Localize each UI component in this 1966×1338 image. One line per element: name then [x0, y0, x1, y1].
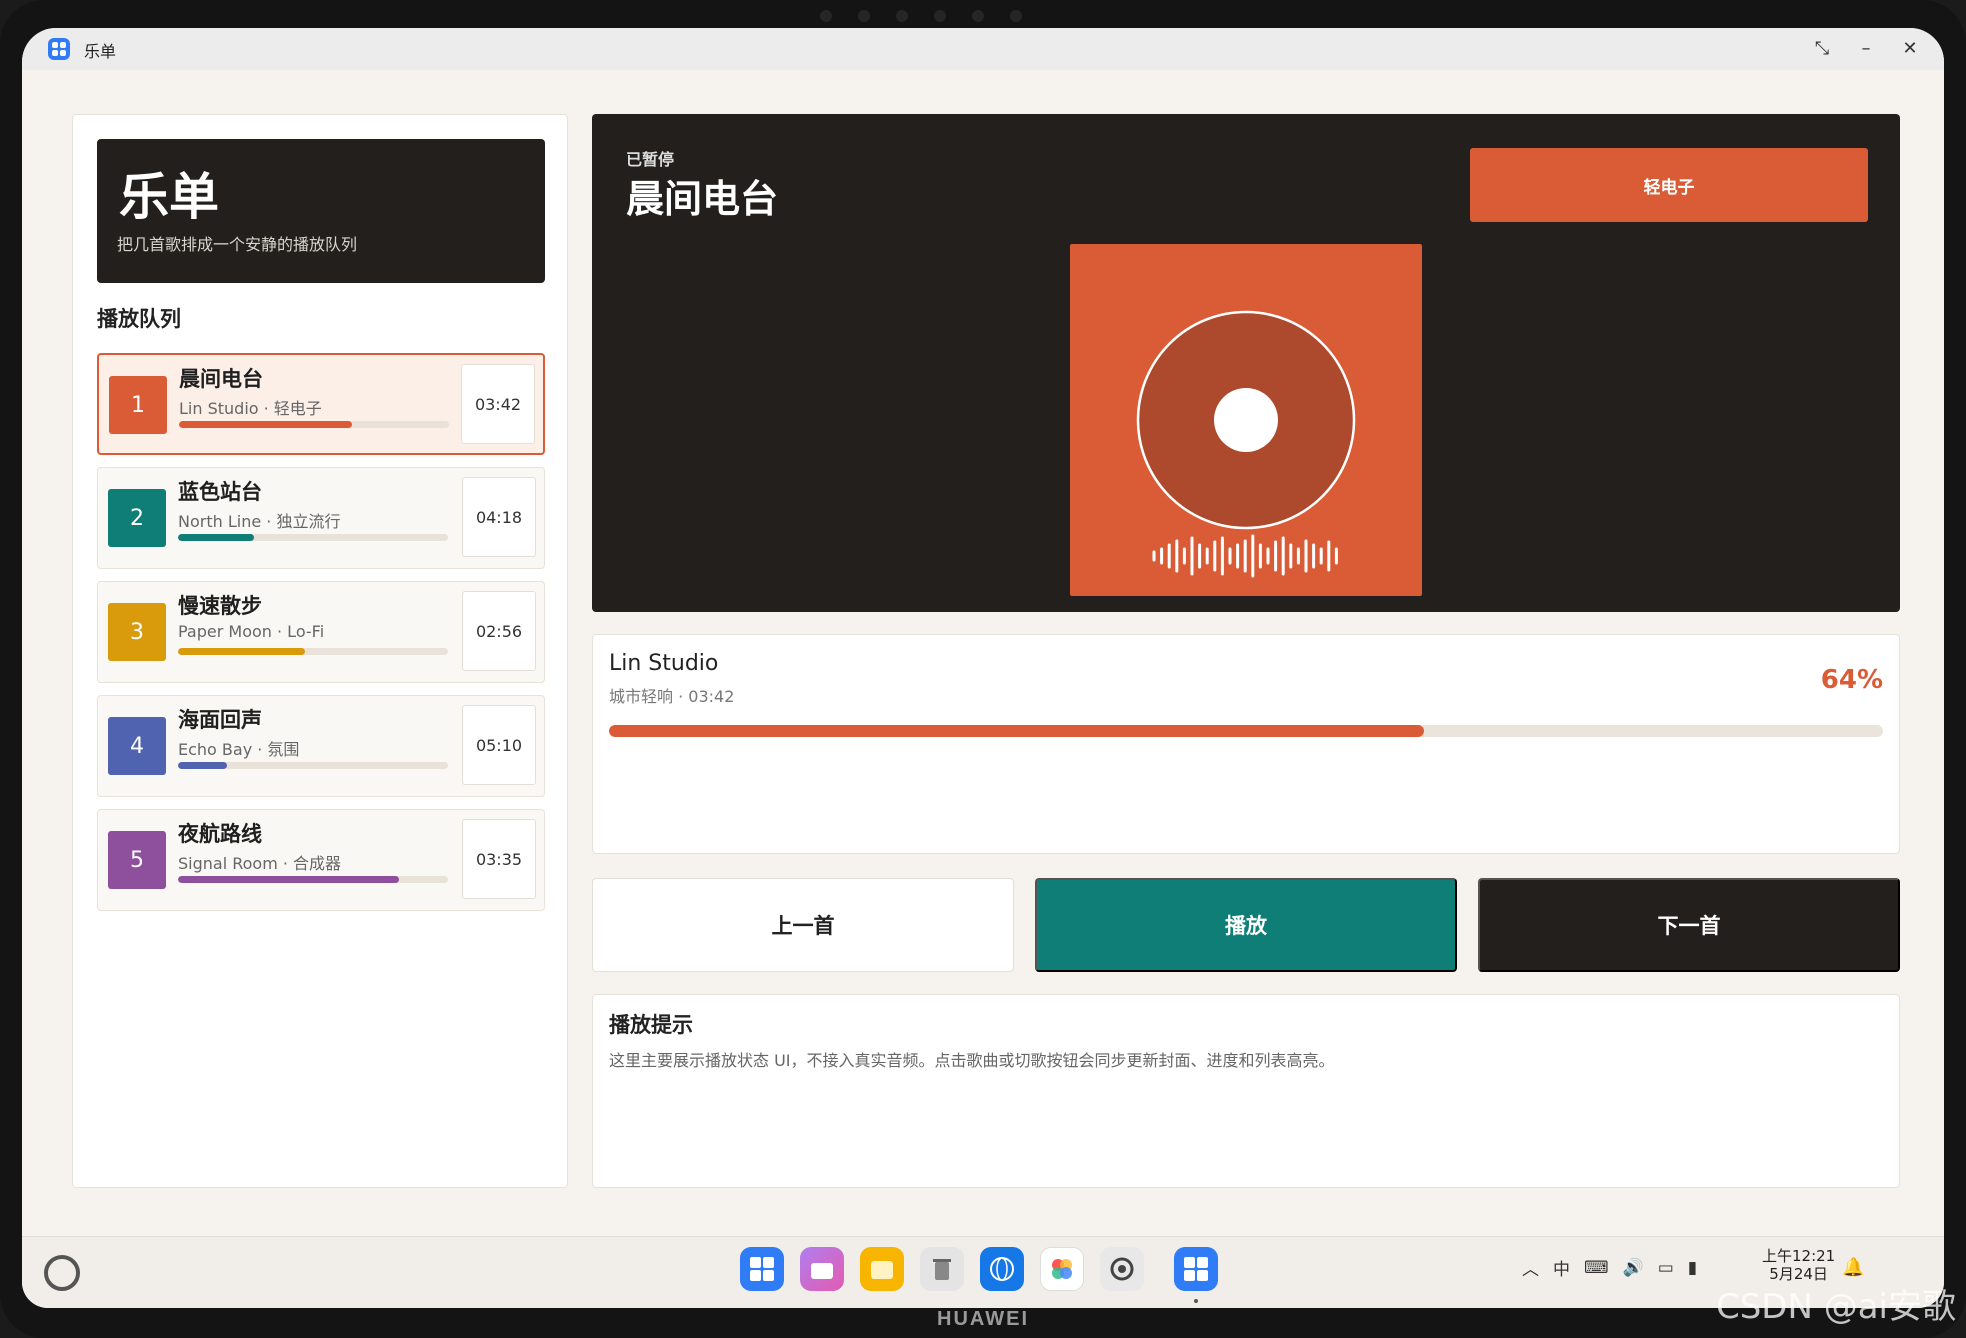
gallery-icon[interactable] [1040, 1247, 1084, 1291]
settings-gear-icon[interactable] [1100, 1247, 1144, 1291]
track-progress-bar [178, 762, 448, 769]
track-number-badge: 4 [108, 717, 166, 775]
track-title: 晨间电台 [179, 367, 263, 391]
progress-artist: Lin Studio [609, 651, 719, 676]
camera-dots [820, 10, 1022, 22]
start-button-icon[interactable] [44, 1255, 80, 1291]
track-progress-fill [179, 421, 352, 428]
track-duration: 05:10 [462, 705, 536, 785]
track-progress-fill [178, 648, 305, 655]
close-icon[interactable]: ✕ [1896, 36, 1924, 62]
device-frame: 乐单 ⤡ – ✕ 乐单 把几首歌排成一个安静的播放队列 播放队列 1 晨间电台 Li… [0, 0, 1966, 1338]
queue-item[interactable]: 2 蓝色站台 North Line · 独立流行 04:18 [97, 467, 545, 569]
device-brand: HUAWEI [937, 1308, 1029, 1330]
track-number-badge: 1 [109, 376, 167, 434]
track-title: 海面回声 [178, 708, 262, 732]
app-icon [48, 38, 70, 60]
track-duration: 04:18 [462, 477, 536, 557]
progress-meta: 城市轻响 · 03:42 [609, 687, 735, 706]
vinyl-disc-icon [1136, 310, 1356, 578]
progress-bar[interactable] [609, 725, 1883, 737]
track-title: 夜航路线 [178, 822, 262, 846]
progress-card: Lin Studio 城市轻响 · 03:42 64% [592, 634, 1900, 854]
bell-icon[interactable]: 🔔 [1842, 1257, 1864, 1278]
queue-item[interactable]: 4 海面回声 Echo Bay · 氛围 05:10 [97, 695, 545, 797]
now-playing-card: 已暂停 晨间电台 轻电子 [592, 114, 1900, 612]
queue-item[interactable]: 1 晨间电台 Lin Studio · 轻电子 03:42 [97, 353, 545, 455]
next-button[interactable]: 下一首 [1478, 878, 1900, 972]
play-button[interactable]: 播放 [1035, 878, 1457, 972]
dock [740, 1247, 1218, 1303]
track-title: 蓝色站台 [178, 480, 262, 504]
clock[interactable]: 上午12:21 5月24日 [1762, 1247, 1835, 1283]
track-meta: Echo Bay · 氛围 [178, 740, 300, 759]
track-progress-fill [178, 762, 227, 769]
files-icon[interactable] [860, 1247, 904, 1291]
track-duration: 03:42 [461, 364, 535, 444]
app-subtitle: 把几首歌排成一个安静的播放队列 [117, 235, 358, 254]
track-meta: Signal Room · 合成器 [178, 854, 342, 873]
clock-time: 上午12:21 [1762, 1247, 1836, 1265]
sidebar-panel: 乐单 把几首歌排成一个安静的播放队列 播放队列 1 晨间电台 Lin Studio … [72, 114, 568, 1188]
track-progress-fill [178, 534, 254, 541]
track-progress-bar [178, 534, 448, 541]
queue-item[interactable]: 3 慢速散步 Paper Moon · Lo-Fi 02:56 [97, 581, 545, 683]
album-cover [1070, 244, 1422, 596]
trash-icon[interactable] [920, 1247, 964, 1291]
hero-card: 乐单 把几首歌排成一个安静的播放队列 [97, 139, 545, 283]
track-number-badge: 2 [108, 489, 166, 547]
track-progress-bar [178, 648, 448, 655]
queue-heading: 播放队列 [97, 307, 181, 331]
chevron-up-icon[interactable]: ︿ [1522, 1255, 1539, 1280]
volume-icon[interactable]: 🔊 [1623, 1258, 1644, 1278]
track-progress-bar [179, 421, 449, 428]
restore-icon[interactable]: ⤡ [1808, 36, 1836, 62]
battery-icon[interactable]: ▮ [1688, 1258, 1697, 1278]
progress-percent: 64% [1820, 665, 1883, 695]
window-titlebar: 乐单 ⤡ – ✕ [22, 28, 1944, 70]
system-tray: ︿ 中 ⌨ 🔊 ▭ ▮ [1522, 1255, 1697, 1281]
screen: 乐单 ⤡ – ✕ 乐单 把几首歌排成一个安静的播放队列 播放队列 1 晨间电台 Li… [22, 28, 1944, 1308]
track-meta: North Line · 独立流行 [178, 512, 341, 531]
tip-card: 播放提示 这里主要展示播放状态 UI，不接入真实音频。点击歌曲或切歌按钮会同步更… [592, 994, 1900, 1188]
music-app-icon[interactable] [1174, 1247, 1218, 1303]
multitask-icon[interactable] [800, 1247, 844, 1291]
app-grid-icon[interactable] [740, 1247, 784, 1291]
genre-tag-button[interactable]: 轻电子 [1470, 148, 1868, 222]
display-icon[interactable]: ▭ [1658, 1258, 1674, 1278]
track-title: 慢速散步 [178, 594, 262, 618]
progress-fill [609, 725, 1425, 737]
playback-status: 已暂停 [626, 150, 675, 169]
minimize-icon[interactable]: – [1852, 36, 1880, 62]
prev-button[interactable]: 上一首 [592, 878, 1014, 972]
track-meta: Lin Studio · 轻电子 [179, 399, 322, 418]
taskbar: ︿ 中 ⌨ 🔊 ▭ ▮ 上午12:21 5月24日 🔔 [22, 1236, 1944, 1308]
ime-indicator[interactable]: 中 [1553, 1255, 1570, 1280]
track-number-badge: 5 [108, 831, 166, 889]
app-title: 乐单 [119, 168, 219, 226]
track-number-badge: 3 [108, 603, 166, 661]
tip-text: 这里主要展示播放状态 UI，不接入真实音频。点击歌曲或切歌按钮会同步更新封面、进… [609, 1051, 1335, 1070]
track-progress-bar [178, 876, 448, 883]
track-meta: Paper Moon · Lo-Fi [178, 622, 325, 641]
keyboard-icon[interactable]: ⌨ [1584, 1258, 1609, 1278]
track-progress-fill [178, 876, 400, 883]
track-duration: 02:56 [462, 591, 536, 671]
queue-list: 1 晨间电台 Lin Studio · 轻电子 03:42 2 蓝色站台 North Lin… [97, 353, 545, 923]
now-playing-title: 晨间电台 [626, 177, 779, 221]
window-title: 乐单 [84, 42, 117, 61]
watermark: CSDN @ai安歌 [1715, 1287, 1956, 1327]
tip-title: 播放提示 [609, 1013, 693, 1037]
queue-item[interactable]: 5 夜航路线 Signal Room · 合成器 03:35 [97, 809, 545, 911]
track-duration: 03:35 [462, 819, 536, 899]
browser-icon[interactable] [980, 1247, 1024, 1291]
